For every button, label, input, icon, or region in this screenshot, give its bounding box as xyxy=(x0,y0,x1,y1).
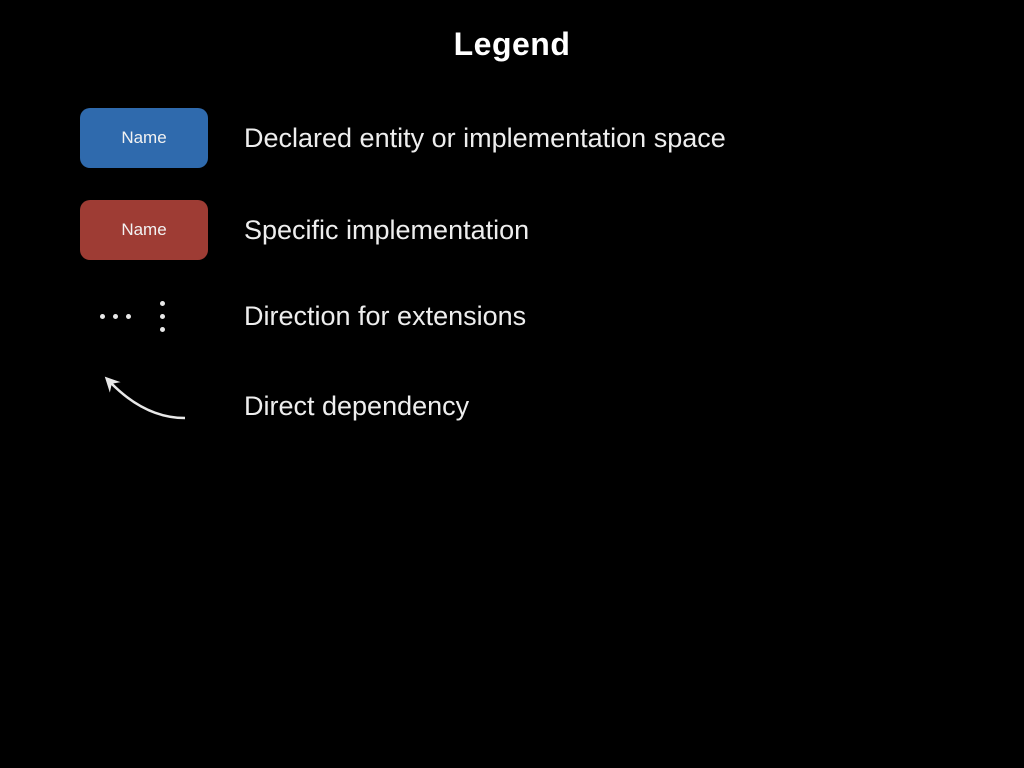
legend-row-declared-entity: Name Declared entity or implementation s… xyxy=(80,108,726,168)
badge-label: Name xyxy=(121,220,166,240)
ellipsis-icon xyxy=(80,296,208,336)
legend-description: Specific implementation xyxy=(244,215,529,246)
legend-description: Declared entity or implementation space xyxy=(244,123,726,154)
curved-arrow-icon xyxy=(80,376,208,436)
legend-row-extensions: Direction for extensions xyxy=(80,296,526,336)
badge-label: Name xyxy=(121,128,166,148)
page-title: Legend xyxy=(0,26,1024,63)
blue-badge: Name xyxy=(80,108,208,168)
red-badge: Name xyxy=(80,200,208,260)
legend-row-dependency: Direct dependency xyxy=(80,376,469,436)
legend-description: Direct dependency xyxy=(244,391,469,422)
legend-row-specific-implementation: Name Specific implementation xyxy=(80,200,529,260)
legend-description: Direction for extensions xyxy=(244,301,526,332)
